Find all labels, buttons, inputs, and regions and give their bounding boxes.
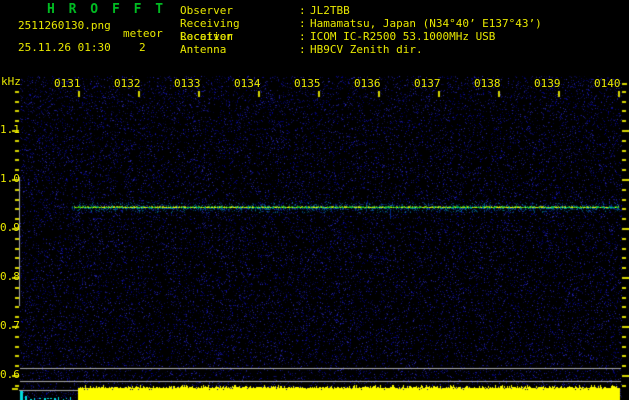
capture-filename: 2511260130.png — [18, 19, 111, 32]
freq-tick-label: 1.0 — [0, 172, 20, 185]
colon: : — [299, 17, 306, 30]
info-row-antenna: Antenna : HB9CV Zenith dir. — [180, 43, 542, 56]
info-row-observer: Observer : JL2TBB — [180, 4, 542, 17]
app-title: H R O F F T — [47, 2, 167, 17]
receiver-value: ICOM IC-R2500 53.1000MHz USB — [310, 30, 496, 43]
meteor-count-value: 2 — [139, 41, 146, 54]
freq-tick-label: 0.9 — [0, 221, 20, 234]
hrofft-window: H R O F F T 2511260130.png meteor 25.11.… — [0, 0, 629, 400]
time-tick-label: 0131 — [54, 77, 81, 90]
meteor-count-label: meteor — [123, 27, 163, 40]
freq-tick-label: 0.7 — [0, 319, 20, 332]
time-tick-label: 0138 — [474, 77, 501, 90]
freq-tick-label: 0.8 — [0, 270, 20, 283]
info-row-location: Receiving Location : Hamamatsu, Japan (N… — [180, 17, 542, 43]
time-tick-label: 0133 — [174, 77, 201, 90]
time-tick-label: 0136 — [354, 77, 381, 90]
station-info: Observer : JL2TBB Receiving Location : H… — [180, 4, 542, 56]
time-tick-label: 0132 — [114, 77, 141, 90]
time-tick-label: 0139 — [534, 77, 561, 90]
time-tick-label: 0137 — [414, 77, 441, 90]
time-tick-label: 0134 — [234, 77, 261, 90]
location-value: Hamamatsu, Japan (N34°40’ E137°43’) — [310, 17, 542, 30]
observer-value: JL2TBB — [310, 4, 350, 17]
receiver-label: Receiver — [180, 30, 233, 43]
freq-tick-label: 1.1 — [0, 123, 20, 136]
info-row-receiver: Receiver : ICOM IC-R2500 53.1000MHz USB — [180, 30, 542, 43]
time-tick-label: 0135 — [294, 77, 321, 90]
colon: : — [299, 43, 306, 56]
freq-axis-unit: kHz — [1, 75, 21, 88]
antenna-value: HB9CV Zenith dir. — [310, 43, 423, 56]
colon: : — [299, 30, 306, 43]
time-tick-label: 0140 — [594, 77, 621, 90]
spectrogram-canvas — [0, 0, 629, 400]
capture-datetime: 25.11.26 01:30 — [18, 41, 111, 54]
colon: : — [299, 4, 306, 17]
observer-label: Observer — [180, 4, 233, 17]
freq-tick-label: 0.6 — [0, 368, 20, 381]
antenna-label: Antenna — [180, 43, 227, 56]
